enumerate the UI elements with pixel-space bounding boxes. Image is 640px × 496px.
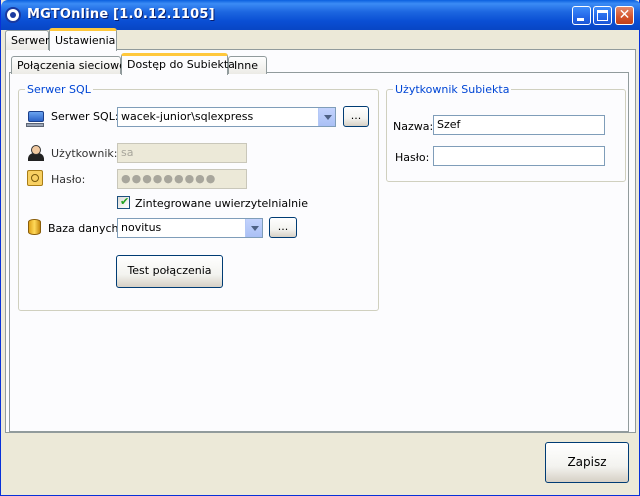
user-icon bbox=[31, 145, 41, 155]
chevron-down-icon[interactable] bbox=[245, 219, 262, 237]
save-button[interactable]: Zapisz bbox=[545, 442, 629, 483]
close-icon: ✕ bbox=[618, 7, 631, 23]
database-icon bbox=[28, 219, 41, 235]
subiekt-user-group-title: Użytkownik Subiekta bbox=[393, 83, 512, 96]
close-button[interactable]: ✕ bbox=[615, 6, 634, 25]
key-icon bbox=[27, 170, 43, 186]
password-field[interactable]: ●●●●●●●●● bbox=[117, 169, 247, 189]
server-label: Serwer SQL: bbox=[51, 110, 119, 123]
title-bar[interactable]: MGTOnline [1.0.12.1105] ✕ bbox=[1, 0, 640, 30]
user-label: Użytkownik: bbox=[51, 147, 118, 160]
tab-dostep-do-subiekta[interactable]: Dostęp do Subiekta bbox=[121, 53, 235, 75]
subiekt-password-field[interactable] bbox=[433, 146, 605, 166]
chevron-down-icon[interactable] bbox=[318, 108, 335, 126]
database-label: Baza danych: bbox=[48, 222, 123, 235]
server-combobox[interactable]: wacek-junior\sqlexpress bbox=[117, 107, 336, 127]
minimize-icon bbox=[577, 18, 584, 21]
password-label: Hasło: bbox=[51, 173, 86, 186]
checkmark-icon: ✔ bbox=[120, 195, 130, 208]
window-title: MGTOnline [1.0.12.1105] bbox=[27, 7, 215, 22]
database-browse-button[interactable]: ... bbox=[269, 217, 297, 238]
subiekt-password-label: Hasło: bbox=[395, 151, 430, 164]
main-window: MGTOnline [1.0.12.1105] ✕ Serwer Ustawie… bbox=[0, 0, 640, 496]
subiekt-name-field[interactable]: Szef bbox=[433, 115, 605, 135]
user-field[interactable]: sa bbox=[117, 143, 247, 163]
sql-group-title: Serwer SQL bbox=[25, 83, 93, 96]
server-value: wacek-junior\sqlexpress bbox=[121, 110, 254, 123]
tab-ustawienia[interactable]: Ustawienia bbox=[49, 28, 117, 51]
integrated-auth-label: Zintegrowane uwierzytelnialnie bbox=[135, 197, 308, 210]
tab-serwer[interactable]: Serwer bbox=[5, 30, 50, 50]
server-icon bbox=[28, 111, 44, 122]
test-connection-button[interactable]: Test połączenia bbox=[116, 255, 223, 288]
server-icon-base bbox=[26, 123, 44, 127]
tab-polaczenia-sieciowe[interactable]: Połączenia sieciowe bbox=[11, 56, 126, 74]
minimize-button[interactable] bbox=[572, 6, 591, 25]
integrated-auth-checkbox[interactable]: ✔ bbox=[117, 195, 130, 209]
server-browse-button[interactable]: ... bbox=[343, 106, 369, 127]
subiekt-name-label: Nazwa: bbox=[393, 120, 434, 133]
maximize-icon bbox=[597, 10, 608, 21]
database-value: novitus bbox=[121, 221, 162, 234]
maximize-button[interactable] bbox=[593, 6, 612, 25]
app-icon bbox=[5, 7, 21, 23]
subiekt-user-group: Użytkownik Subiekta bbox=[386, 83, 626, 182]
database-combobox[interactable]: novitus bbox=[117, 218, 263, 238]
